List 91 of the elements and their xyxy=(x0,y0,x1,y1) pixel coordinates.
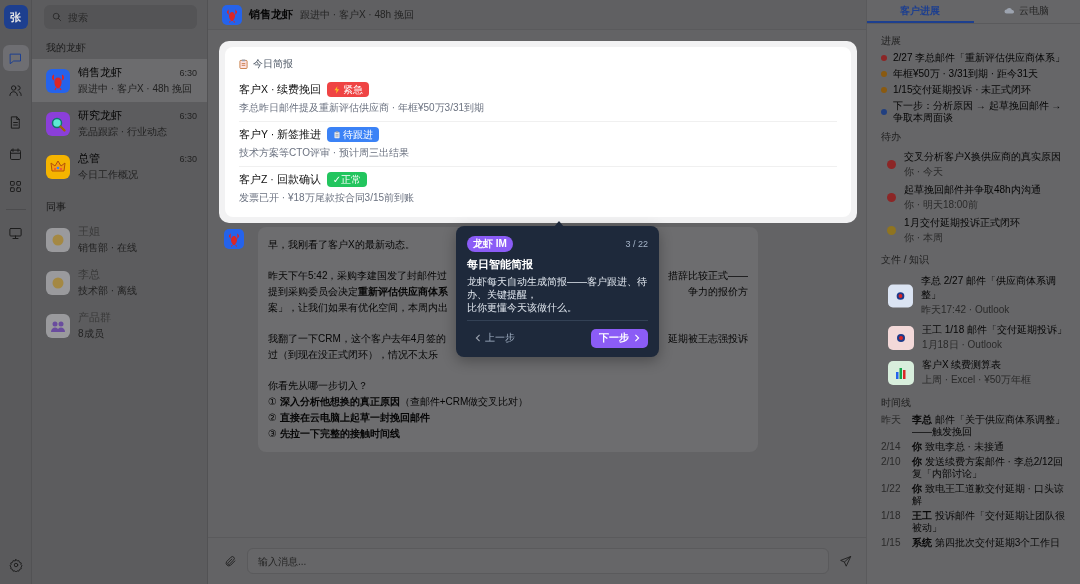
message-text: ② 直接在云电脑上起草一封挽回邮件 xyxy=(268,411,430,425)
timeline-date: 2/10 xyxy=(881,456,902,469)
item-description: 李总昨日邮件提及重新评估供应商 · 年框¥50万3/31到期 xyxy=(239,101,486,115)
person-avatar xyxy=(46,227,70,252)
paperclip-icon[interactable] xyxy=(224,554,237,568)
product-badge: 龙虾 IM xyxy=(467,236,513,252)
next-button[interactable]: 下一步 xyxy=(591,328,648,348)
message-text: 案」，让我们如果有优化空间，本周内出 xyxy=(268,301,448,315)
message-text: 你看先从哪一步切入？ xyxy=(268,379,368,393)
message-preview: 跟进中 · 客户X · 48h 挽回 xyxy=(78,81,193,96)
lobster-avatar xyxy=(46,68,70,93)
section-label: 同事 xyxy=(45,200,67,214)
item-description: 发票已开 · ¥18万尾款按合同3/15前到账 xyxy=(239,191,416,205)
chart-file-icon xyxy=(888,360,914,385)
message-text: ① 深入分析他想换的真正原因（查邮件+CRM做交叉比对） xyxy=(268,395,529,409)
timeline-date: 1/22 xyxy=(881,483,902,496)
file-title: 王工 1/18 邮件「交付延期投诉」 xyxy=(922,323,1068,337)
contacts-icon xyxy=(8,82,23,98)
message-text: 早，我刚看了客户X的最新动态。 xyxy=(268,238,415,252)
section-label: 时间线 xyxy=(881,396,912,410)
conversation-item[interactable]: 销售龙虾 6:30 跟进中 · 客户X · 48h 挽回 xyxy=(32,59,207,102)
contact-name: 销售龙虾 xyxy=(78,65,122,80)
previous-button[interactable]: 上一步 xyxy=(467,327,523,349)
timeline-text: 系统 第四批次交付延期3个工作日 xyxy=(912,537,1061,549)
calendar-icon xyxy=(8,146,23,162)
lobster-avatar xyxy=(222,4,242,25)
file-title: 李总 2/27 邮件「供应商体系调整」 xyxy=(921,274,1057,302)
timeline-text: 你 发送续费方案邮件 · 李总2/12回复「内部讨论」 xyxy=(912,456,1065,480)
card-title: 今日简报 xyxy=(253,57,293,71)
send-icon[interactable] xyxy=(839,554,852,568)
timestamp: 6:30 xyxy=(179,67,197,78)
progress-text: 年框¥50万 · 3/31到期 · 距今31天 xyxy=(893,68,1039,80)
item-description: 技术方案等CTO评审 · 预计周三出结果 xyxy=(239,146,410,160)
todo-title: 交叉分析客户X换供应商的真实原因 xyxy=(904,150,1061,164)
grid-icon xyxy=(8,178,23,194)
message-text: ③ 先拉一下完整的接触时间线 xyxy=(268,427,400,441)
chat-tab[interactable] xyxy=(2,45,29,71)
clipboard-icon xyxy=(239,59,248,69)
item-title: 客户X · 续费挽回 xyxy=(239,82,322,97)
magnifier-avatar xyxy=(46,111,70,136)
section-label: 待办 xyxy=(881,130,902,144)
timeline-date: 1/15 xyxy=(881,537,902,549)
timeline-text: 李总 邮件「关于供应商体系调整」——触发挽回 xyxy=(912,414,1066,438)
section-label: 进展 xyxy=(881,34,902,48)
chat-icon xyxy=(8,50,23,66)
section-label: 文件 / 知识 xyxy=(881,253,931,267)
timeline-text: 王工 投诉邮件「交付延期让团队很被动」 xyxy=(912,510,1066,534)
tooltip-text: 比你更懂今天该做什么。 xyxy=(467,301,578,314)
person-avatar xyxy=(46,270,70,295)
timeline-date: 1/18 xyxy=(881,510,902,523)
todo-title: 起草挽回邮件并争取48h内沟通 xyxy=(904,183,1041,197)
step-counter: 3 / 22 xyxy=(625,239,648,249)
file-title: 客户X 续费测算表 xyxy=(922,358,1003,372)
contact-name: 总管 xyxy=(78,151,100,166)
tooltip-title: 每日智能简报 xyxy=(467,257,534,272)
chat-title: 销售龙虾 xyxy=(249,7,293,22)
clipboard-icon xyxy=(333,130,342,139)
item-title: 客户Z · 回款确认 xyxy=(239,172,321,187)
timeline-text: 你 致电王工道歉交付延期 · 口头谅解 xyxy=(912,483,1065,507)
contact-name: 研究龙虾 xyxy=(78,108,122,123)
search-icon xyxy=(52,12,62,22)
progress-text: 1/15交付延期投诉 · 未正式闭环 xyxy=(893,84,1032,96)
chevron-left-icon xyxy=(475,334,481,342)
message-text: 昨天下午5:42，采购李建国发了封邮件过 xyxy=(268,269,448,283)
mail-file-icon xyxy=(888,325,914,350)
timeline-text: 你 致电李总 · 未接通 xyxy=(912,441,1004,453)
message-text: 提到采购委员会决定重新评估供应商体系 xyxy=(268,285,448,299)
message-text: 过（到现在没正式闭环），情况不太乐 xyxy=(268,348,438,362)
todo-title: 1月交付延期投诉正式闭环 xyxy=(904,216,1020,230)
section-label: 我的龙虾 xyxy=(45,41,87,55)
tag-label: 待跟进 xyxy=(343,127,374,142)
document-icon xyxy=(8,114,23,130)
crown-avatar xyxy=(46,154,70,179)
message-text: 措辞比较正式—— xyxy=(668,269,748,283)
message-text: 争力的报价方 xyxy=(688,285,748,299)
cloud-icon xyxy=(1004,7,1016,14)
mail-file-icon xyxy=(888,283,913,308)
group-avatar xyxy=(46,313,70,338)
message-text: 延期被王志强投诉 xyxy=(668,332,748,346)
tag-label: 紧急 xyxy=(343,82,364,97)
settings-icon[interactable] xyxy=(8,558,23,572)
user-avatar[interactable]: 张 xyxy=(3,5,28,29)
tooltip-text: 龙虾每天自动生成简报——客户跟进、待办、关键提醒， xyxy=(467,275,648,301)
monitor-icon xyxy=(8,225,23,241)
item-title: 客户Y · 新签推进 xyxy=(239,127,322,142)
tag-label: ✓正常 xyxy=(332,172,362,187)
progress-text: 2/27 李总邮件「重新评估供应商体系」 xyxy=(893,52,1066,64)
chevron-right-icon xyxy=(634,334,640,342)
lightning-icon xyxy=(333,85,342,94)
timeline-date: 2/14 xyxy=(881,441,902,453)
lobster-avatar xyxy=(224,229,244,249)
